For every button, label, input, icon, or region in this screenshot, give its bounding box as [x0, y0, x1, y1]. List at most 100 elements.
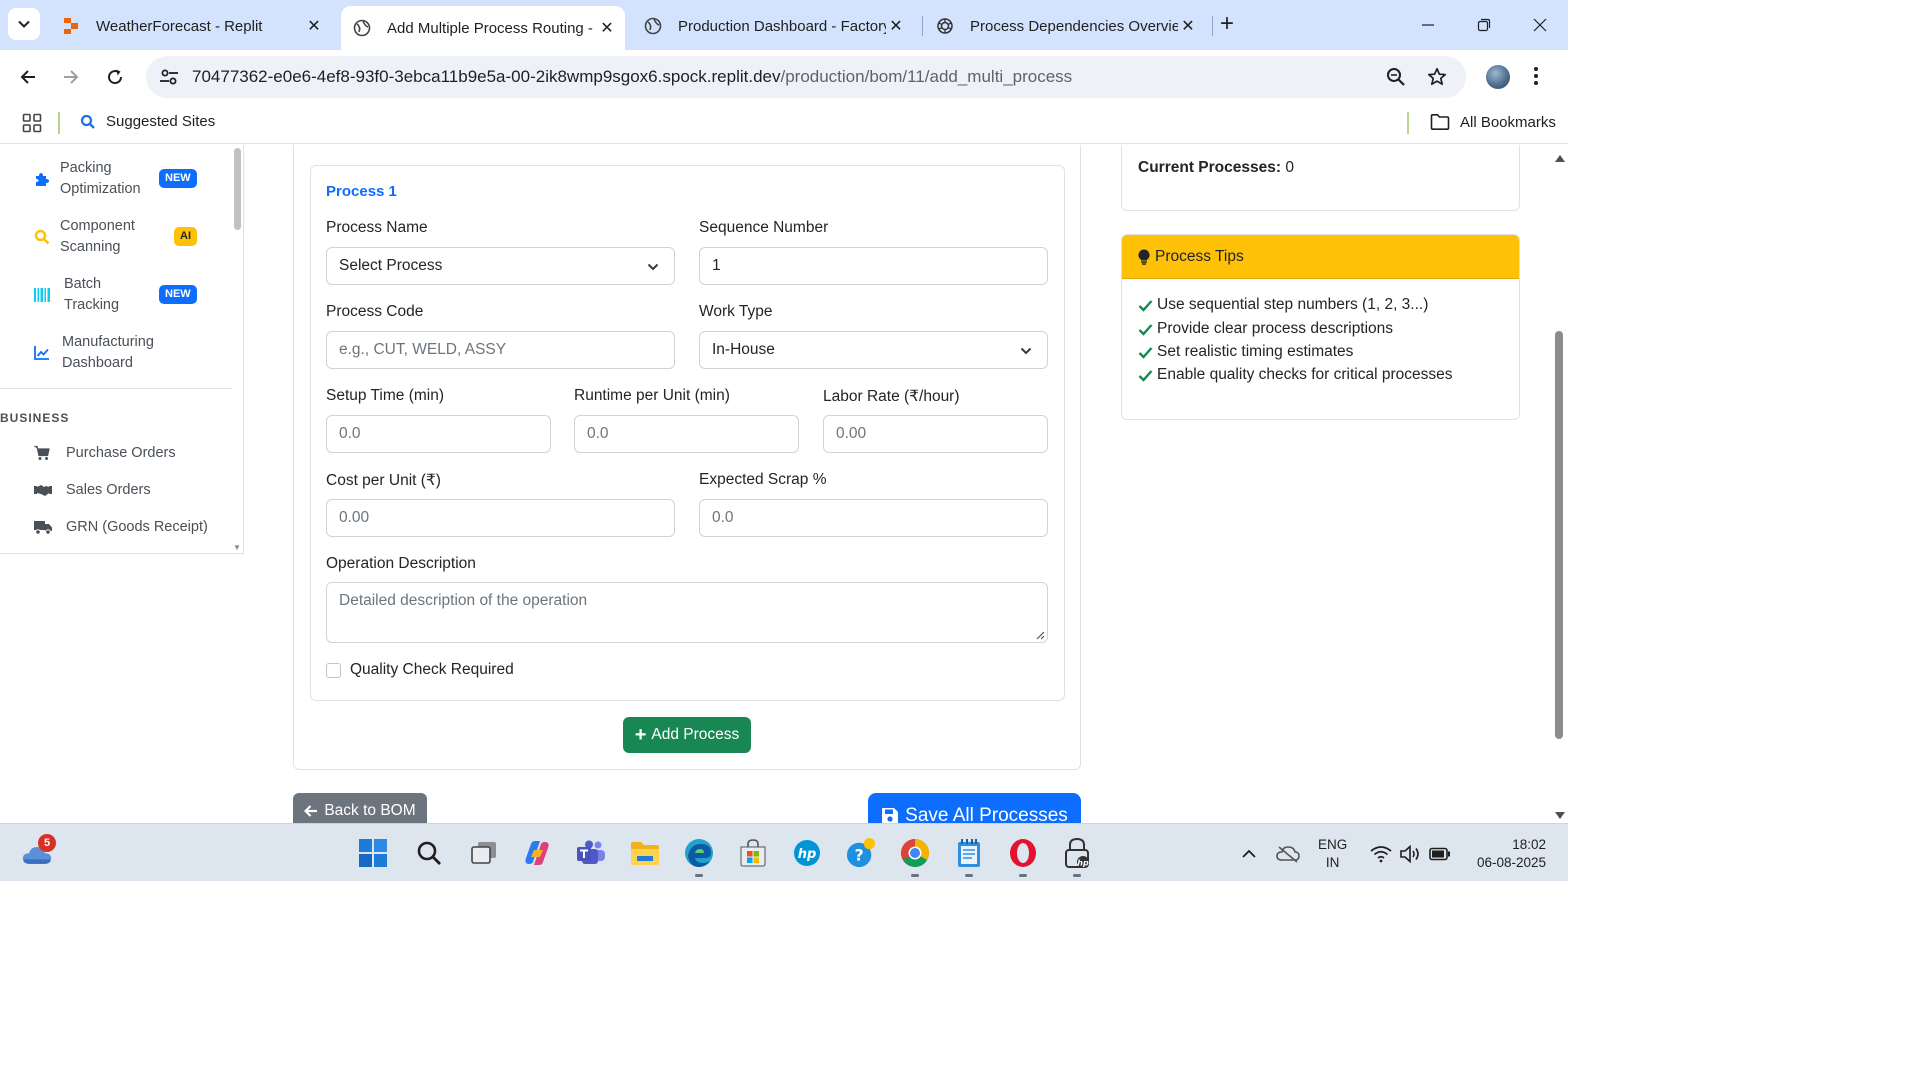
close-icon[interactable]: ✕ — [304, 16, 324, 36]
new-tab-button[interactable]: + — [1220, 12, 1234, 36]
work-type-select[interactable]: In-House — [699, 331, 1048, 369]
replit-icon — [62, 17, 80, 35]
tab-search-button[interactable] — [8, 8, 40, 40]
edge-app[interactable] — [684, 838, 714, 868]
opera-icon — [1010, 839, 1036, 867]
profile-avatar[interactable] — [1486, 65, 1510, 89]
restore-button[interactable] — [1464, 10, 1504, 40]
tab-production-dashboard[interactable]: Production Dashboard - Factory ✕ — [632, 8, 914, 44]
site-settings-icon[interactable] — [158, 66, 180, 88]
chrome-app[interactable] — [900, 838, 930, 868]
expected-scrap-input[interactable]: 0.0 — [699, 499, 1048, 537]
quality-check-label[interactable]: Quality Check Required — [350, 661, 514, 679]
notepad-app[interactable] — [954, 838, 984, 868]
process-code-input[interactable]: e.g., CUT, WELD, ASSY — [326, 331, 675, 369]
sidebar-item-batch-tracking[interactable]: Batch Tracking NEW — [0, 273, 232, 317]
hp-app[interactable]: hp — [792, 838, 822, 868]
sidebar-item-packing-optimization[interactable]: Packing Optimization NEW — [0, 157, 232, 201]
volume-tray[interactable] — [1396, 839, 1426, 869]
help-app[interactable]: ? — [846, 838, 876, 868]
sidebar-scroll-down-icon[interactable]: ▼ — [233, 543, 241, 552]
tab-weatherforecast[interactable]: WeatherForecast - Replit ✕ — [50, 8, 332, 44]
tab-process-dependencies[interactable]: Process Dependencies Overview ✕ — [924, 8, 1206, 44]
process-code-placeholder: e.g., CUT, WELD, ASSY — [339, 341, 507, 358]
scroll-up-icon[interactable] — [1554, 153, 1566, 163]
process-tips-title: Process Tips — [1155, 247, 1244, 265]
forward-nav-button[interactable] — [57, 63, 85, 91]
all-bookmarks-button[interactable]: All Bookmarks — [1430, 113, 1556, 131]
battery-tray[interactable] — [1425, 839, 1455, 869]
setup-time-input[interactable]: 0.0 — [326, 415, 551, 453]
close-icon[interactable]: ✕ — [1178, 16, 1198, 36]
teams-app[interactable] — [576, 838, 606, 868]
operation-description-textarea[interactable]: Detailed description of the operation — [326, 582, 1048, 643]
onedrive-tray[interactable] — [1273, 839, 1303, 869]
address-bar[interactable]: 70477362-e0e6-4ef8-93f0-3ebca11b9e5a-00-… — [146, 56, 1466, 98]
bookmark-suggested-sites[interactable]: Suggested Sites — [80, 113, 215, 130]
resize-grip-icon[interactable] — [1035, 630, 1045, 640]
close-icon — [1533, 18, 1547, 32]
taskbar-search-button[interactable] — [414, 838, 444, 868]
back-to-bom-button[interactable]: Back to BOM — [293, 793, 427, 823]
expected-scrap-label: Expected Scrap % — [699, 471, 827, 488]
show-hidden-icons-button[interactable] — [1234, 839, 1264, 869]
labor-rate-input[interactable]: 0.00 — [823, 415, 1048, 453]
minimize-button[interactable] — [1408, 10, 1448, 40]
wifi-tray[interactable] — [1366, 839, 1396, 869]
clock-time: 18:02 — [1512, 837, 1546, 852]
work-type-label: Work Type — [699, 303, 773, 320]
hp-security-app[interactable]: hp — [1062, 837, 1092, 868]
sidebar-item-grn[interactable]: GRN (Goods Receipt) — [34, 519, 208, 535]
page-scrollbar-thumb[interactable] — [1555, 331, 1563, 739]
copilot-app[interactable] — [522, 838, 552, 868]
sidebar-item-component-scanning[interactable]: Component Scanning AI — [0, 215, 232, 259]
task-view-button[interactable] — [469, 838, 499, 868]
tab-add-multiple-process[interactable]: Add Multiple Process Routing - ✕ — [341, 6, 625, 50]
url-text[interactable]: 70477362-e0e6-4ef8-93f0-3ebca11b9e5a-00-… — [192, 67, 1072, 87]
sidebar-item-label: Sales Orders — [66, 482, 151, 498]
cost-per-unit-input[interactable]: 0.00 — [326, 499, 675, 537]
sidebar-item-purchase-orders[interactable]: Purchase Orders — [34, 445, 176, 461]
bookmark-separator — [1407, 112, 1409, 134]
microsoft-store-app[interactable] — [738, 838, 768, 868]
save-all-processes-button[interactable]: Save All Processes — [868, 793, 1081, 823]
apps-grid-button[interactable] — [22, 113, 42, 133]
file-explorer-app[interactable] — [630, 838, 660, 868]
process-name-select[interactable]: Select Process — [326, 247, 675, 285]
sequence-number-input[interactable]: 1 — [699, 247, 1048, 285]
browser-menu-button[interactable] — [1532, 64, 1540, 88]
close-icon[interactable]: ✕ — [886, 16, 906, 36]
quality-check-checkbox[interactable] — [326, 663, 341, 678]
scroll-down-icon[interactable] — [1554, 811, 1566, 821]
check-icon — [1138, 369, 1153, 382]
zoom-icon[interactable] — [1384, 65, 1408, 89]
labor-rate-label: Labor Rate (₹/hour) — [823, 388, 960, 405]
labor-rate-placeholder: 0.00 — [836, 425, 867, 442]
tip-text: Enable quality checks for critical proce… — [1157, 366, 1453, 383]
start-button[interactable] — [358, 838, 388, 868]
puzzle-icon — [34, 171, 50, 187]
sidebar-scrollbar[interactable] — [234, 148, 241, 230]
runtime-input[interactable]: 0.0 — [574, 415, 799, 453]
clock-date: 06-08-2025 — [1476, 855, 1546, 870]
bookmark-star-icon[interactable] — [1425, 65, 1449, 89]
current-processes-text: Current Processes: 0 — [1138, 159, 1294, 177]
chevron-down-icon — [18, 20, 30, 28]
close-window-button[interactable] — [1520, 10, 1560, 40]
sidebar-item-manufacturing-dashboard[interactable]: Manufacturing Dashboard — [0, 331, 232, 375]
reload-button[interactable] — [101, 63, 129, 91]
back-nav-button[interactable] — [14, 63, 42, 91]
language-indicator[interactable]: ENG IN — [1318, 836, 1347, 872]
add-process-button[interactable]: + Add Process — [623, 717, 751, 753]
url-path: /production/bom/11/add_multi_process — [780, 67, 1073, 86]
close-icon[interactable]: ✕ — [597, 18, 617, 38]
system-clock[interactable]: 18:02 06-08-2025 — [1468, 836, 1546, 872]
arrow-left-icon — [20, 70, 35, 84]
tip-item: Enable quality checks for critical proce… — [1138, 366, 1453, 384]
tab-title: Add Multiple Process Routing - — [387, 19, 593, 37]
help-icon: ? — [846, 838, 876, 868]
sidebar-item-sales-orders[interactable]: Sales Orders — [34, 482, 151, 498]
process-title: Process 1 — [326, 183, 397, 200]
svg-text:hp: hp — [798, 847, 817, 862]
opera-app[interactable] — [1008, 838, 1038, 868]
